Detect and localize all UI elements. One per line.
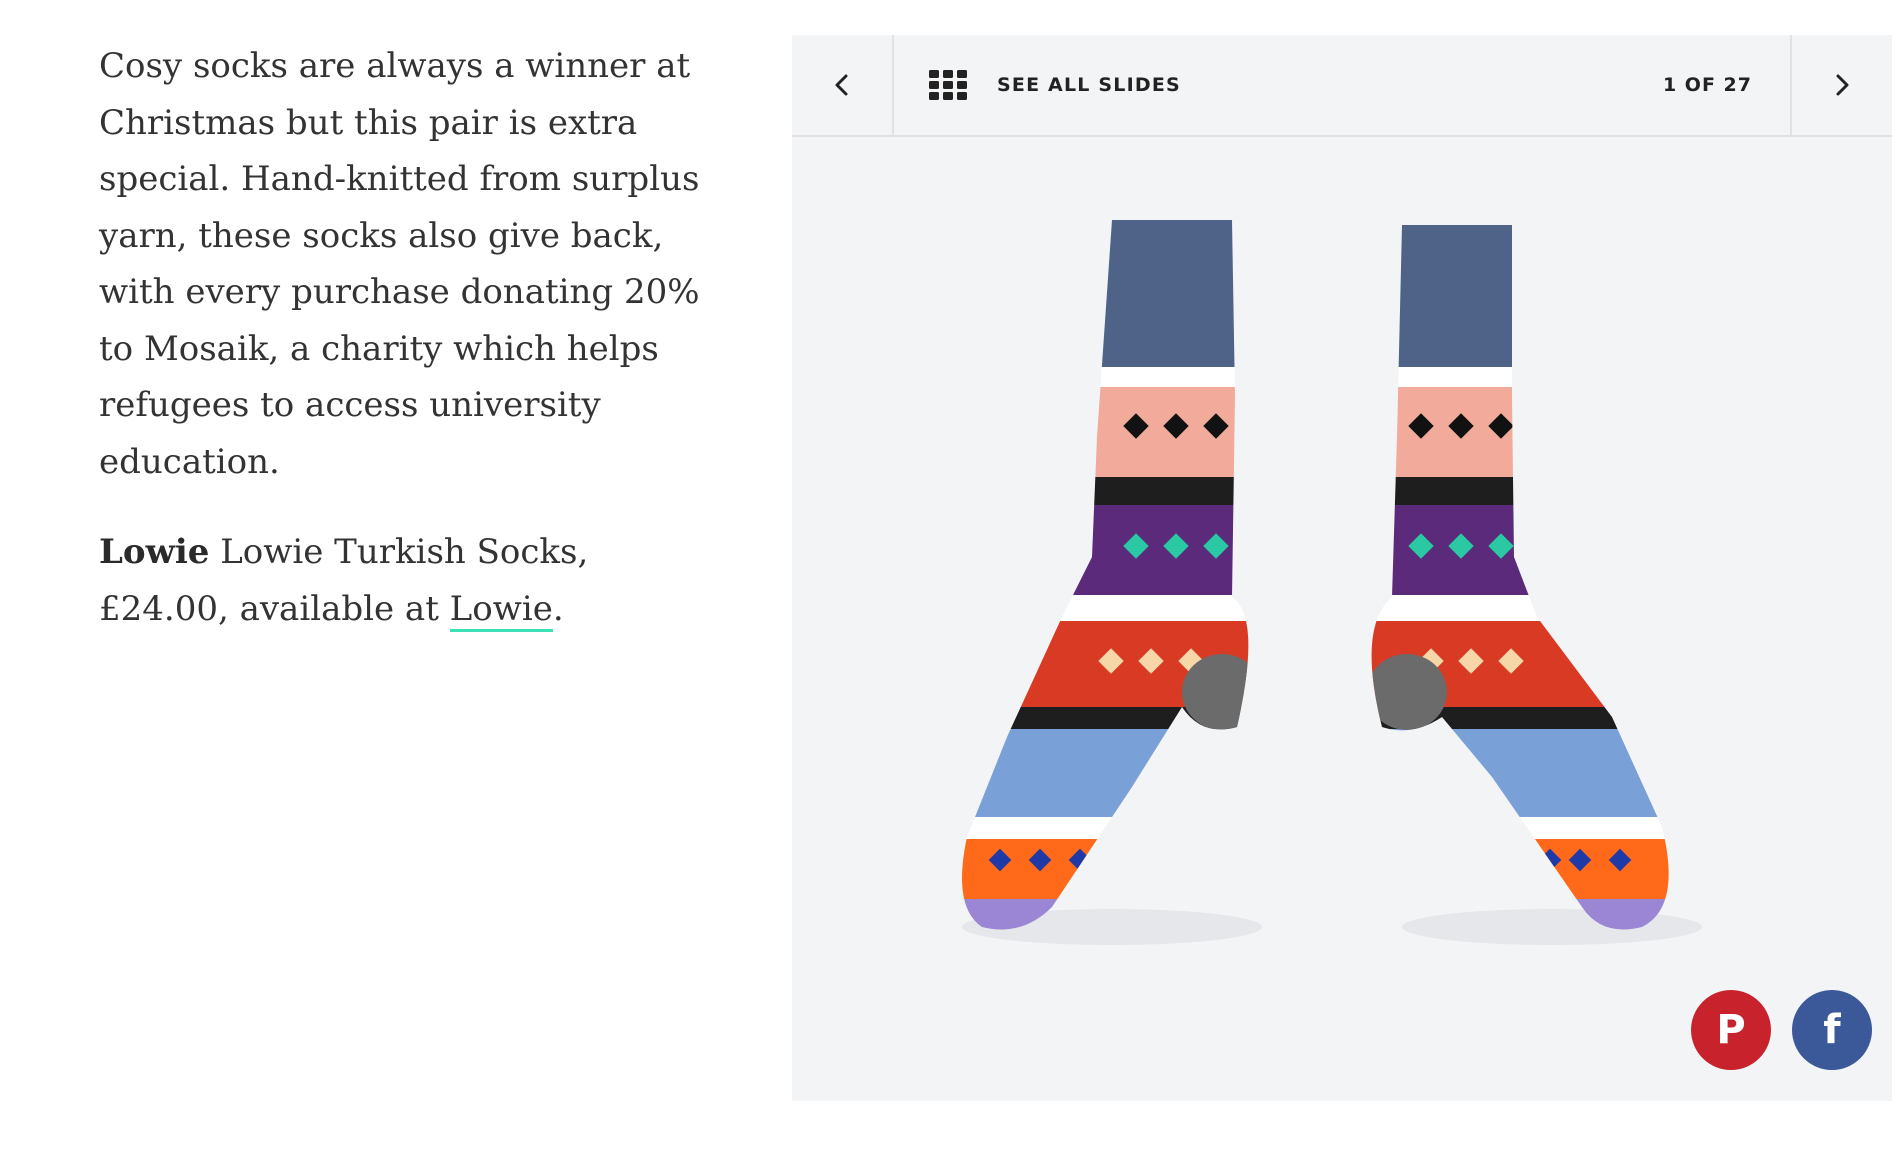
article-paragraph: Cosy socks are always a winner at Christ…: [99, 46, 700, 482]
pinterest-icon: P: [1716, 1007, 1746, 1053]
chevron-right-icon: [1836, 74, 1849, 96]
slideshow-toolbar: SEE ALL SLIDES 1 OF 27: [792, 35, 1892, 137]
product-credit-end: .: [552, 588, 564, 629]
socks-illustration: [962, 220, 1702, 945]
see-all-slides-label: SEE ALL SLIDES: [997, 74, 1181, 96]
grid-icon: [929, 70, 967, 100]
pinterest-share-button[interactable]: P: [1691, 990, 1771, 1070]
facebook-share-button[interactable]: f: [1792, 990, 1872, 1070]
slide-counter: 1 OF 27: [1662, 74, 1752, 96]
article-text: Cosy socks are always a winner at Christ…: [99, 38, 719, 671]
facebook-icon: f: [1823, 1007, 1841, 1053]
slideshow: SEE ALL SLIDES 1 OF 27: [792, 35, 1892, 1101]
previous-slide-button[interactable]: [792, 35, 894, 135]
see-all-slides-button[interactable]: SEE ALL SLIDES: [929, 35, 1181, 135]
product-credit: Lowie Lowie Turkish Socks, £24.00, avail…: [99, 524, 719, 637]
slide-image: [792, 137, 1892, 1101]
retailer-link[interactable]: Lowie: [449, 588, 553, 632]
chevron-left-icon: [835, 74, 848, 96]
next-slide-button[interactable]: [1790, 35, 1892, 135]
product-brand: Lowie: [99, 532, 210, 572]
